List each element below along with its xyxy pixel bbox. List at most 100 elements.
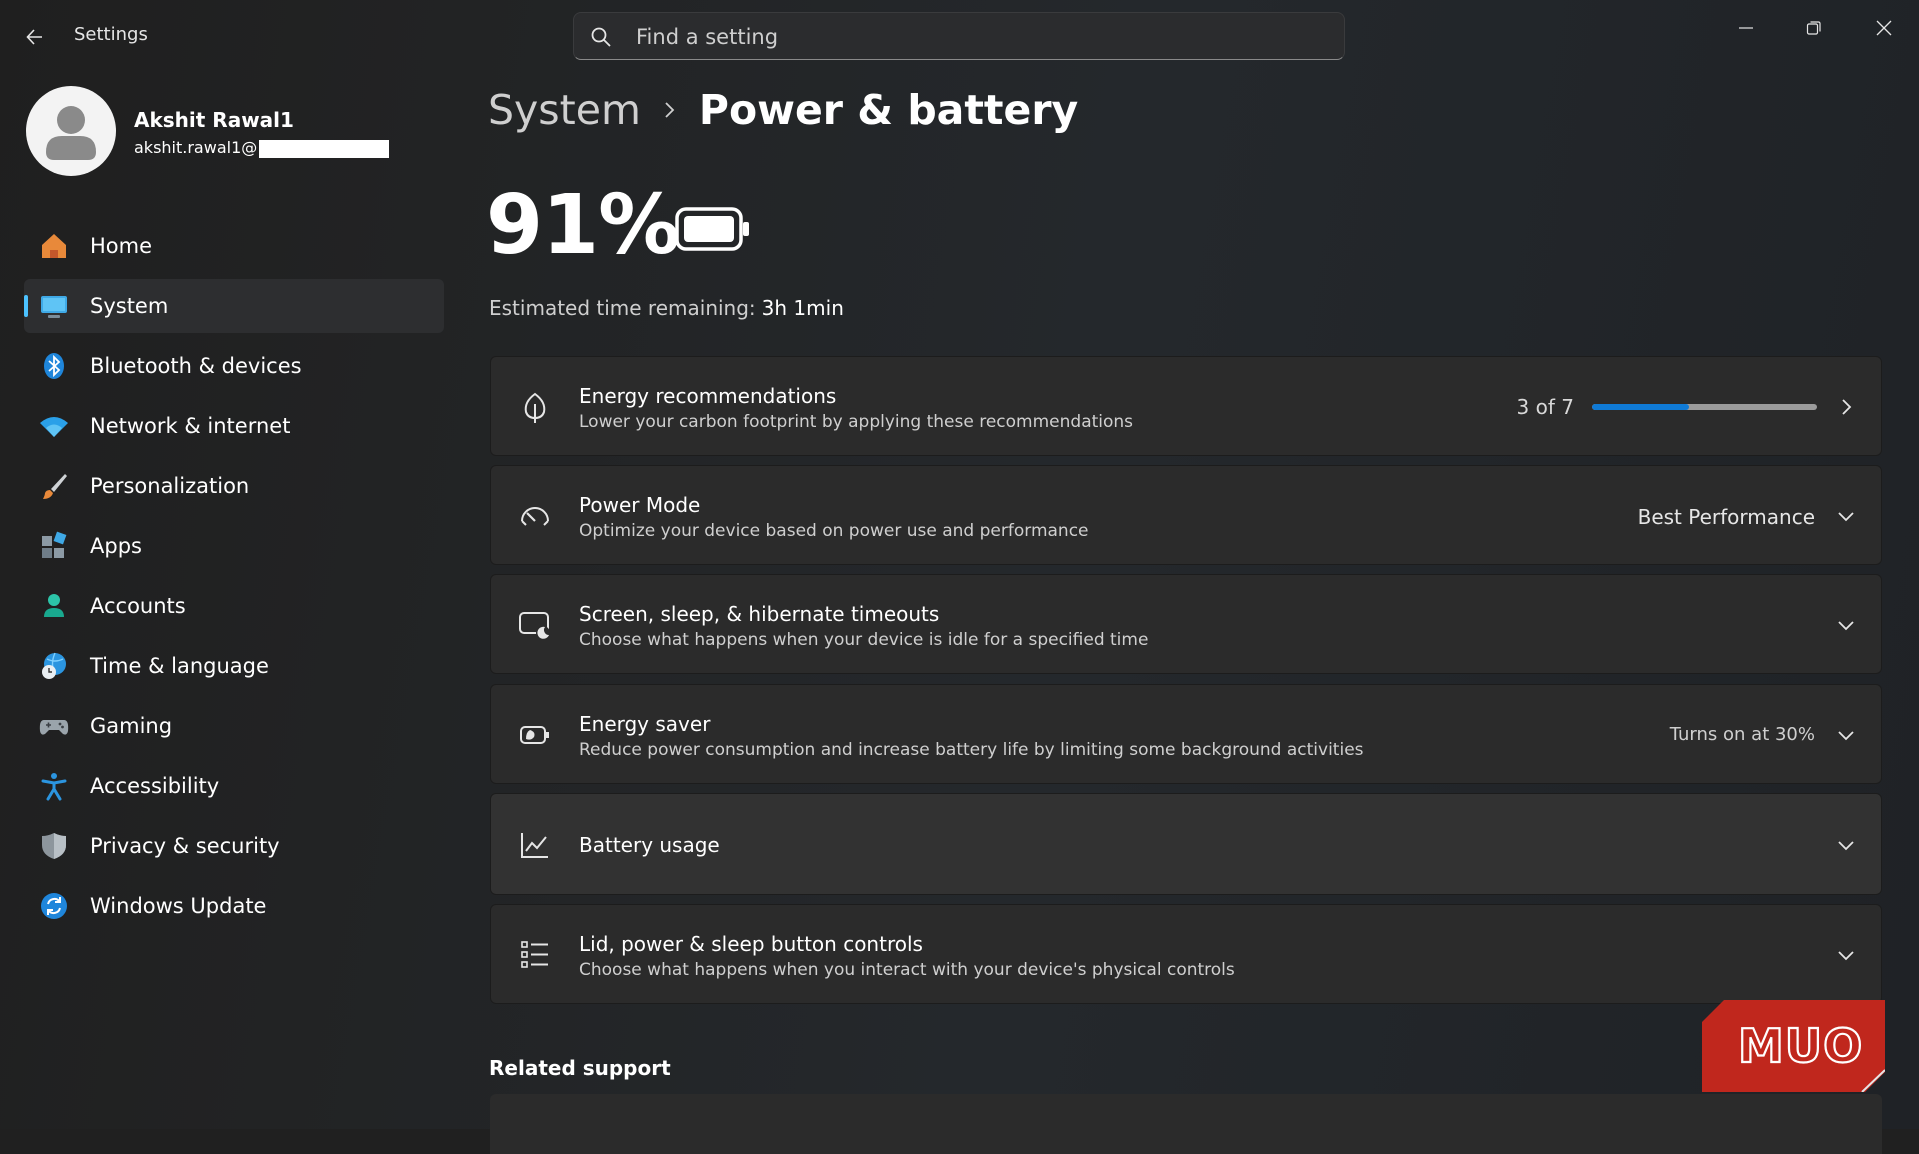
- sidebar-item-network[interactable]: Network & internet: [24, 399, 444, 453]
- chart-line-icon: [517, 827, 553, 863]
- page-title: Power & battery: [698, 86, 1079, 134]
- minimize-button[interactable]: [1716, 8, 1776, 48]
- battery-usage-card[interactable]: Battery usage: [490, 793, 1882, 895]
- bluetooth-icon: [38, 350, 70, 382]
- estimated-time: Estimated time remaining: 3h 1min: [489, 296, 844, 320]
- list-settings-icon: [517, 937, 553, 973]
- recommendations-progress-bar: [1592, 404, 1817, 410]
- card-title: Battery usage: [579, 833, 720, 857]
- user-name: Akshit Rawal1: [134, 108, 294, 132]
- chevron-down-icon[interactable]: [1829, 499, 1863, 533]
- sidebar-item-label: Gaming: [90, 714, 173, 738]
- screen-sleep-card[interactable]: Screen, sleep, & hibernate timeouts Choo…: [490, 574, 1882, 674]
- chevron-down-icon[interactable]: [1829, 938, 1863, 972]
- card-subtitle: Lower your carbon footprint by applying …: [579, 412, 1134, 432]
- sidebar-item-label: Privacy & security: [90, 834, 280, 858]
- sidebar-item-label: Accessibility: [90, 774, 220, 798]
- sidebar-item-time-language[interactable]: Time & language: [24, 639, 444, 693]
- sidebar-item-label: Accounts: [90, 594, 186, 618]
- sidebar-nav: Home System Bluetooth & devices Network …: [24, 219, 444, 939]
- chevron-right-icon: [663, 99, 677, 121]
- back-arrow-icon: [26, 29, 42, 45]
- card-subtitle: Reduce power consumption and increase ba…: [579, 740, 1364, 760]
- energy-saver-icon: [517, 717, 553, 753]
- sidebar-item-label: Apps: [90, 534, 142, 558]
- battery-percentage: 91%: [486, 178, 680, 273]
- breadcrumb: System Power & battery: [488, 86, 1078, 134]
- shield-icon: [38, 830, 70, 862]
- sidebar-item-label: Personalization: [90, 474, 250, 498]
- search-icon: [591, 27, 611, 47]
- sidebar-item-label: Windows Update: [90, 894, 267, 918]
- card-subtitle: Choose what happens when you interact wi…: [579, 960, 1235, 980]
- power-mode-card[interactable]: Power Mode Optimize your device based on…: [490, 465, 1882, 565]
- restore-icon: [1806, 21, 1821, 35]
- recommendations-count: 3 of 7: [1516, 395, 1574, 419]
- estimated-time-value: 3h 1min: [761, 296, 844, 320]
- brush-icon: [38, 470, 70, 502]
- sidebar-item-apps[interactable]: Apps: [24, 519, 444, 573]
- app-title: Settings: [74, 24, 148, 45]
- avatar: [26, 86, 116, 176]
- sidebar-item-privacy-security[interactable]: Privacy & security: [24, 819, 444, 873]
- card-title: Energy saver: [579, 712, 711, 736]
- energy-saver-status: Turns on at 30%: [1669, 724, 1815, 745]
- sidebar-item-personalization[interactable]: Personalization: [24, 459, 444, 513]
- power-mode-dropdown[interactable]: Best Performance: [1638, 505, 1815, 529]
- energy-saver-card[interactable]: Energy saver Reduce power consumption an…: [490, 684, 1882, 784]
- chevron-down-icon[interactable]: [1829, 828, 1863, 862]
- minimize-icon: [1739, 27, 1753, 29]
- chevron-down-icon[interactable]: [1829, 608, 1863, 642]
- sidebar-item-accounts[interactable]: Accounts: [24, 579, 444, 633]
- energy-recommendations-card[interactable]: Energy recommendations Lower your carbon…: [490, 356, 1882, 456]
- gamepad-icon: [38, 710, 70, 742]
- estimated-time-label: Estimated time remaining:: [489, 296, 756, 320]
- sidebar-item-label: Time & language: [90, 654, 269, 678]
- update-icon: [38, 890, 70, 922]
- chevron-down-icon[interactable]: [1829, 718, 1863, 752]
- sidebar-item-label: Network & internet: [90, 414, 291, 438]
- chevron-right-icon: [1829, 390, 1863, 424]
- sidebar-item-accessibility[interactable]: Accessibility: [24, 759, 444, 813]
- person-icon: [46, 106, 96, 160]
- sidebar-item-gaming[interactable]: Gaming: [24, 699, 444, 753]
- title-bar: Settings: [0, 0, 1919, 72]
- search-box[interactable]: [573, 12, 1345, 61]
- sidebar-item-label: Home: [90, 234, 153, 258]
- card-title: Power Mode: [579, 493, 701, 517]
- breadcrumb-parent[interactable]: System: [488, 86, 641, 134]
- apps-icon: [38, 530, 70, 562]
- lid-power-card[interactable]: Lid, power & sleep button controls Choos…: [490, 904, 1882, 1004]
- system-icon: [38, 290, 70, 322]
- back-button[interactable]: [18, 20, 52, 54]
- email-redaction: [259, 139, 390, 158]
- card-subtitle: Optimize your device based on power use …: [579, 521, 1089, 541]
- sidebar-item-label: System: [90, 294, 169, 318]
- wifi-icon: [38, 410, 70, 442]
- close-button[interactable]: [1854, 8, 1914, 48]
- sidebar-item-home[interactable]: Home: [24, 219, 444, 273]
- home-icon: [38, 230, 70, 262]
- sidebar-item-bluetooth[interactable]: Bluetooth & devices: [24, 339, 444, 393]
- restore-button[interactable]: [1784, 8, 1844, 48]
- accounts-icon: [38, 590, 70, 622]
- search-input[interactable]: [634, 13, 1328, 61]
- user-email-text: akshit.rawal1@: [134, 138, 258, 157]
- gauge-icon: [517, 498, 553, 534]
- related-support-card[interactable]: [490, 1094, 1882, 1154]
- card-title: Lid, power & sleep button controls: [579, 932, 923, 956]
- related-support-heading: Related support: [489, 1056, 671, 1080]
- sidebar-item-windows-update[interactable]: Windows Update: [24, 879, 444, 933]
- battery-icon: [675, 207, 751, 255]
- svg-text:MUO: MUO: [1738, 1019, 1863, 1073]
- recommendations-progress-fill: [1592, 404, 1689, 410]
- globe-clock-icon: [38, 650, 70, 682]
- card-title: Energy recommendations: [579, 384, 837, 408]
- leaf-icon: [517, 389, 553, 425]
- card-subtitle: Choose what happens when your device is …: [579, 630, 1149, 650]
- user-email: akshit.rawal1@: [134, 138, 390, 158]
- sidebar-item-system[interactable]: System: [24, 279, 444, 333]
- close-icon: [1876, 20, 1892, 36]
- sidebar-item-label: Bluetooth & devices: [90, 354, 302, 378]
- accessibility-icon: [38, 770, 70, 802]
